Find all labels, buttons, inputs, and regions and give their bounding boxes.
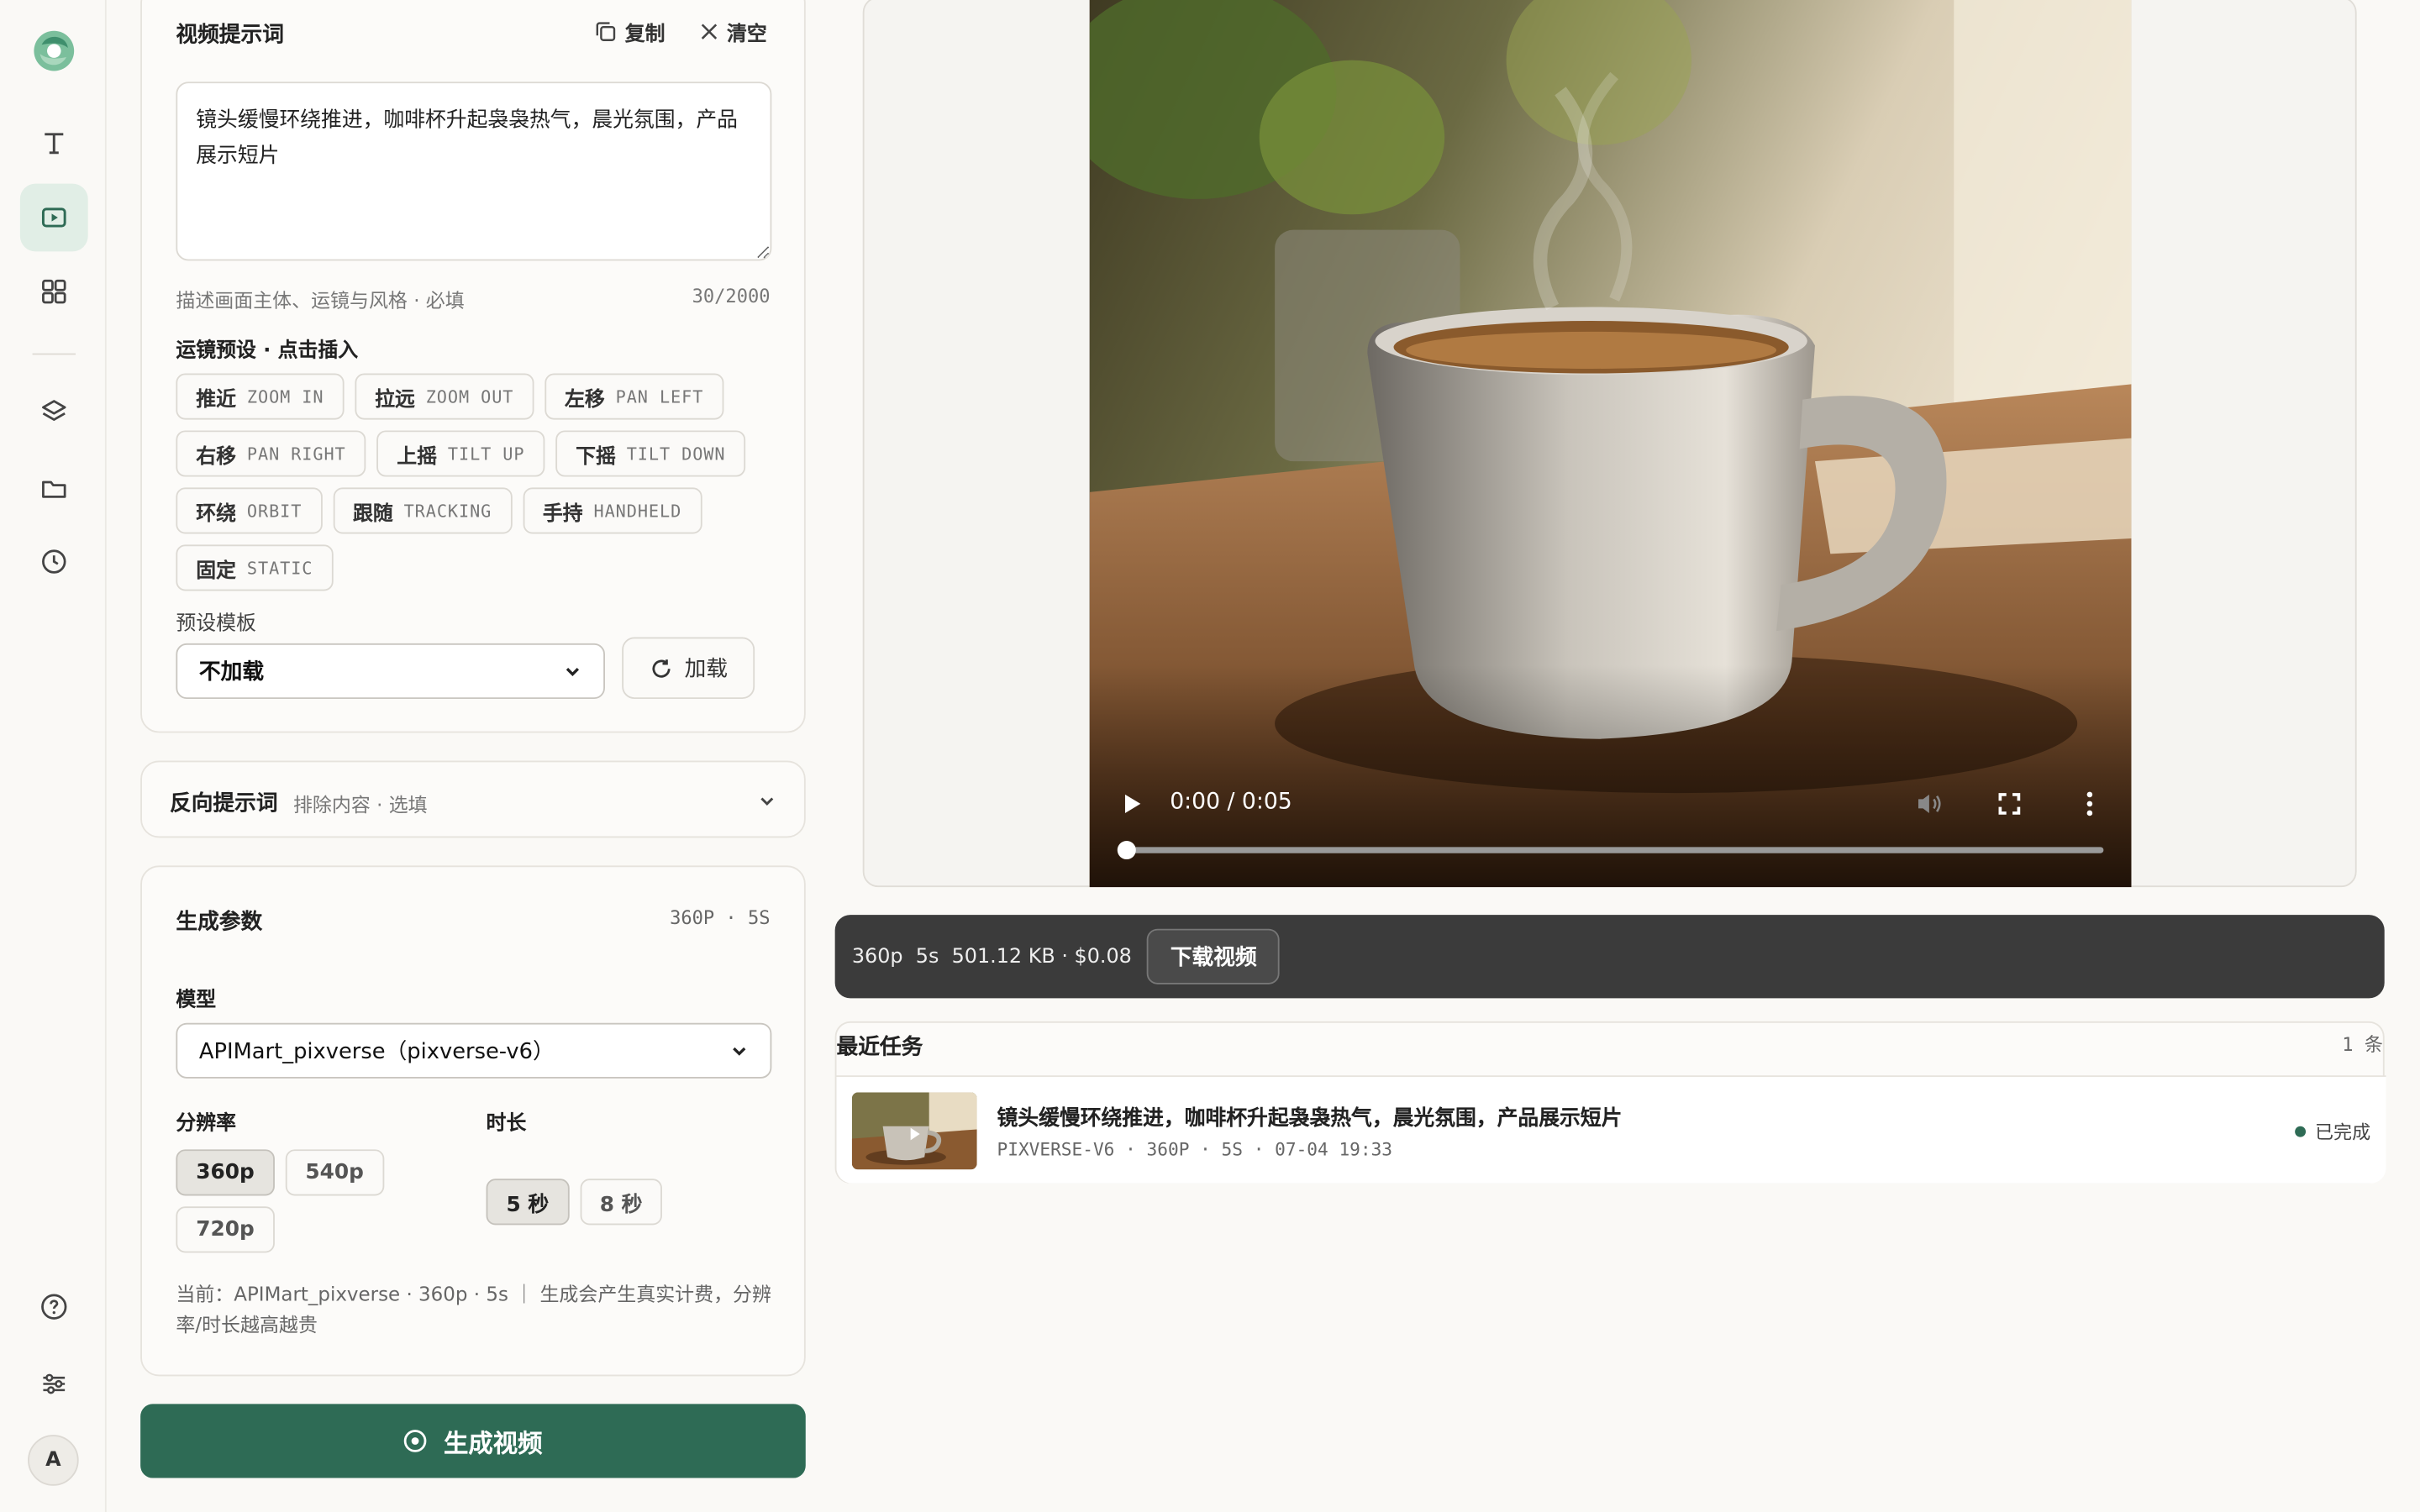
recent-tasks-panel: 最近任务 1 条 镜头缓慢环绕推进，咖啡杯升起袅袅热气，晨光氛围，产品展示短片 … — [834, 1021, 2386, 1184]
clear-button[interactable]: 清空 — [699, 17, 767, 46]
camera-preset-chip[interactable]: 固定 STATIC — [176, 544, 334, 591]
camera-preset-chip[interactable]: 上摇 TILT UP — [376, 430, 545, 477]
camera-preset-chip[interactable]: 右移 PAN RIGHT — [176, 430, 366, 477]
user-avatar[interactable]: A — [28, 1435, 79, 1486]
params-note: 当前：APIMart_pixverse · 360p · 5s ｜ 生成会产生真… — [176, 1282, 771, 1336]
nav-text-icon[interactable] — [20, 109, 88, 177]
camera-preset-chip[interactable]: 环绕 ORBIT — [176, 487, 323, 534]
template-label: 预设模板 — [176, 612, 256, 636]
recent-tasks-count: 1 条 — [2342, 1033, 2383, 1056]
video-info-bar: 360p 5s 501.12 KB · $0.08 下载视频 — [834, 915, 2385, 999]
resolution-options: 360p 540p 720p — [176, 1149, 423, 1253]
task-thumbnail — [851, 1092, 977, 1170]
nav-folder-icon[interactable] — [20, 455, 88, 523]
camera-presets-title: 运镜预设 · 点击插入 — [176, 339, 359, 363]
chevron-down-icon — [760, 797, 774, 806]
nav-grid-icon[interactable] — [20, 258, 88, 326]
video-preview: 0:00 / 0:05 — [862, 0, 2357, 888]
nav-history-icon[interactable] — [20, 528, 88, 596]
camera-preset-chip[interactable]: 手持 HANDHELD — [522, 487, 702, 534]
model-label: 模型 — [176, 989, 217, 1012]
nav-video-icon[interactable] — [19, 183, 88, 252]
help-icon[interactable] — [20, 1273, 88, 1341]
nav-rail: A — [0, 0, 107, 1512]
copy-icon — [596, 22, 616, 41]
duration-option[interactable]: 8 秒 — [579, 1179, 663, 1226]
duration-label: 时长 — [486, 1112, 527, 1136]
refresh-icon — [651, 659, 670, 677]
video-progress-track[interactable] — [1117, 841, 2104, 860]
target-icon — [404, 1430, 428, 1452]
fullscreen-icon[interactable] — [1997, 791, 2022, 816]
prompt-title: 视频提示词 — [176, 23, 284, 48]
resolution-option[interactable]: 720p — [176, 1206, 275, 1253]
play-icon[interactable] — [1120, 791, 1144, 816]
close-icon — [701, 24, 718, 39]
video-progress-knob[interactable] — [1117, 841, 1136, 860]
params-card: 生成参数 360P · 5S 模型 APIMart_pixverse（pixve… — [140, 865, 806, 1377]
prompt-char-count: 30/2000 — [692, 285, 771, 307]
duration-option[interactable]: 5 秒 — [486, 1179, 569, 1226]
camera-preset-chip[interactable]: 跟随 TRACKING — [333, 487, 513, 534]
task-meta: PIXVERSE-V6 · 360P · 5S · 07-04 19:33 — [997, 1138, 1393, 1161]
load-template-button[interactable]: 加载 — [622, 637, 755, 700]
copy-button[interactable]: 复制 — [594, 17, 666, 46]
video-info-text: 360p 5s 501.12 KB · $0.08 — [851, 944, 1132, 969]
camera-preset-chip[interactable]: 拉远 ZOOM OUT — [355, 373, 534, 420]
resolution-option[interactable]: 540p — [285, 1149, 384, 1196]
negative-prompt-toggle[interactable]: 反向提示词 排除内容 · 选填 — [140, 760, 806, 838]
template-select[interactable]: 不加载 — [176, 643, 605, 700]
prompt-card: 视频提示词 复制 清空 镜头缓慢环绕推进，咖啡杯升起袅袅热气，晨光氛围，产品展示… — [140, 0, 806, 733]
generate-video-button[interactable]: 生成视频 — [140, 1404, 806, 1478]
resolution-label: 分辨率 — [176, 1112, 237, 1136]
negative-prompt-subtitle: 排除内容 · 选填 — [292, 793, 428, 816]
params-title: 生成参数 — [176, 910, 263, 936]
nav-divider — [32, 353, 76, 355]
camera-preset-chip[interactable]: 推近 ZOOM IN — [176, 373, 345, 420]
app-logo-icon[interactable] — [29, 26, 79, 76]
negative-prompt-title: 反向提示词 — [170, 791, 278, 816]
camera-preset-chip[interactable]: 左移 PAN LEFT — [544, 373, 724, 420]
chevron-down-icon — [566, 668, 580, 676]
resolution-option[interactable]: 360p — [176, 1149, 275, 1196]
task-title: 镜头缓慢环绕推进，咖啡杯升起袅袅热气，晨光氛围，产品展示短片 — [997, 1105, 1623, 1131]
nav-layers-icon[interactable] — [20, 378, 88, 446]
duration-options: 5 秒8 秒 — [486, 1179, 663, 1226]
task-row[interactable]: 镜头缓慢环绕推进，咖啡杯升起袅袅热气，晨光氛围，产品展示短片 PIXVERSE-… — [836, 1075, 2386, 1184]
prompt-hint: 描述画面主体、运镜与风格 · 必填 — [176, 288, 465, 312]
video-player[interactable]: 0:00 / 0:05 — [1089, 0, 2132, 888]
task-status-badge: 已完成 — [2295, 1119, 2370, 1145]
params-summary: 360P · 5S — [670, 906, 771, 929]
download-video-button[interactable]: 下载视频 — [1147, 928, 1281, 984]
camera-presets: 推近 ZOOM IN 拉远 ZOOM OUT 左移 PAN LEFT 右移 PAN RIGHT… — [176, 373, 777, 591]
more-options-icon[interactable] — [2077, 790, 2102, 817]
status-dot-icon — [2295, 1126, 2307, 1137]
volume-icon[interactable] — [1915, 791, 1943, 816]
settings-sliders-icon[interactable] — [20, 1350, 88, 1418]
camera-preset-chip[interactable]: 下摇 TILT DOWN — [555, 430, 746, 477]
recent-tasks-title: 最近任务 — [836, 1035, 923, 1060]
prompt-textarea[interactable]: 镜头缓慢环绕推进，咖啡杯升起袅袅热气，晨光氛围，产品展示短片 — [176, 81, 772, 261]
chevron-down-icon — [733, 1047, 746, 1056]
model-select[interactable]: APIMart_pixverse（pixverse-v6） — [176, 1022, 772, 1079]
video-frame-coffee-cup — [1089, 0, 2132, 888]
video-time: 0:00 / 0:05 — [1170, 790, 1292, 815]
